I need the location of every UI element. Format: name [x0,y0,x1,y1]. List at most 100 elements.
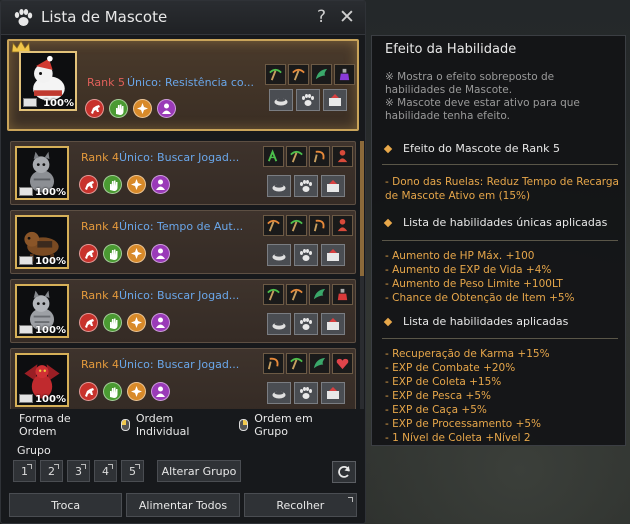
pickaxe-orange-icon[interactable] [263,215,284,236]
unseal-box-button[interactable] [321,382,345,404]
pickaxe-green-icon[interactable] [286,353,307,374]
scroll-thumb[interactable] [360,141,364,276]
pickaxe-orange-icon[interactable] [286,284,307,305]
feed-bowl-button[interactable] [267,313,291,335]
title-bar[interactable]: Lista de Mascote ? ✕ [1,1,365,35]
refresh-button[interactable] [332,461,356,483]
pickaxe-green-icon[interactable] [263,284,284,305]
paw-button[interactable] [294,244,318,266]
pet-percent: 100% [35,256,66,267]
pet-actions [267,244,345,266]
person-icon [151,175,170,194]
potion-purple-icon[interactable] [334,64,355,85]
hand-icon [103,382,122,401]
applied-skill-item: - EXP de Pesca +5% [385,390,491,402]
paw-button[interactable] [294,313,318,335]
diamond-icon [383,144,393,153]
pet-card[interactable]: 100% Rank 4 Único: Buscar Jogad... [10,279,356,343]
pet-rank: Rank 4 [81,151,119,164]
unique-skills-list: - Aumento de HP Máx. +100 - Aumento de E… [385,249,621,305]
pet-card-featured[interactable]: 100% Rank 5 Único: Resistência co... [7,39,359,131]
trade-button[interactable]: Troca [9,493,123,517]
pet-percent: 100% [35,394,66,405]
pet-list: 100% Rank 5 Único: Resistência co... 100… [7,39,359,409]
pet-list-window: Lista de Mascote ? ✕ 100% Rank 5 Único: … [0,0,366,524]
wing-green-icon[interactable] [309,353,330,374]
potion-red-icon[interactable] [332,284,353,305]
horse-icon [79,244,98,263]
feed-bowl-button[interactable] [269,89,293,111]
person-icon [151,244,170,263]
group-button-4[interactable]: 4 [94,460,117,482]
wing-green-icon[interactable] [311,64,332,85]
feed-bowl-button[interactable] [267,175,291,197]
heart-red-icon[interactable] [332,353,353,374]
pet-percent: 100% [43,98,74,109]
feed-bowl-button[interactable] [267,382,291,404]
horse-icon [85,99,104,118]
person-icon [151,313,170,332]
horse-icon [79,382,98,401]
sickle-orange-icon[interactable] [263,353,284,374]
sort-individual-option[interactable]: Ordem Individual [121,412,227,438]
rank-effect-heading-text: Efeito do Mascote de Rank 5 [403,142,560,155]
pet-stats [79,244,170,263]
pickaxe-green-icon[interactable] [265,64,286,85]
tooltip-notes: ※ Mostra o efeito sobreposto de habilida… [385,71,617,123]
compass-icon [133,99,152,118]
pet-skills [263,215,353,236]
feed-bowl-button[interactable] [267,244,291,266]
pet-actions [267,175,345,197]
tooltip-note: ※ Mascote deve estar ativo para que habi… [385,97,580,122]
compass-icon [127,244,146,263]
group-button-5[interactable]: 5 [121,460,144,482]
unseal-box-button[interactable] [321,313,345,335]
tooltip-note: ※ Mostra o efeito sobreposto de habilida… [385,71,555,96]
sickle-orange-icon[interactable] [309,215,330,236]
pet-stats [79,313,170,332]
pet-card[interactable]: 100% Rank 4 Único: Buscar Jogad... [10,141,356,205]
paw-button[interactable] [294,175,318,197]
pet-stats [79,382,170,401]
applied-skill-item: - Recuperação de Karma +15% [385,348,550,360]
collect-button[interactable]: Recolher [243,493,357,517]
pickaxe-green-icon[interactable] [286,215,307,236]
feed-all-button[interactable]: Alimentar Todos [126,493,240,517]
paw-button[interactable] [296,89,320,111]
pet-rank: Rank 5 [87,76,125,89]
person-red-icon[interactable] [332,146,353,167]
wing-green-icon[interactable] [309,284,330,305]
help-button[interactable]: ? [317,7,326,27]
unseal-box-button[interactable] [321,175,345,197]
list-scrollbar[interactable] [360,141,364,409]
sickle-orange-icon[interactable] [309,146,330,167]
gatherer-icon[interactable] [263,146,284,167]
pet-card[interactable]: 100% Rank 4 Único: Tempo de Aut... [10,210,356,274]
paw-button[interactable] [294,382,318,404]
change-group-button[interactable]: Alterar Grupo [157,460,241,482]
applied-skill-item: - EXP de Combate +20% [385,362,516,374]
unseal-box-button[interactable] [323,89,347,111]
applied-skills-heading-text: Lista de habilidades aplicadas [403,315,569,328]
close-button[interactable]: ✕ [339,6,355,28]
skill-effect-tooltip: Efeito da Habilidade ※ Mostra o efeito s… [371,35,626,446]
pet-portrait: 100% [19,51,77,111]
hand-icon [109,99,128,118]
unseal-box-icon [327,249,339,261]
pet-portrait: 100% [15,353,69,407]
pet-card[interactable]: 100% Rank 4 Único: Buscar Jogad... [10,348,356,409]
pet-portrait: 100% [15,215,69,269]
pickaxe-green-icon[interactable] [286,146,307,167]
sort-label: Forma de Ordem [19,412,71,438]
unseal-box-button[interactable] [321,244,345,266]
hand-icon [103,313,122,332]
group-button-1[interactable]: 1 [13,460,36,482]
rank-effect-text: - Dono das Ruelas: Reduz Tempo de Recarg… [385,176,619,202]
pickaxe-orange-icon[interactable] [288,64,309,85]
group-button-3[interactable]: 3 [67,460,90,482]
sort-group-option[interactable]: Ordem em Grupo [239,412,347,438]
person-red-icon[interactable] [332,215,353,236]
pet-unique-skill: Único: Tempo de Aut... [119,220,244,233]
group-button-2[interactable]: 2 [40,460,63,482]
pet-rank: Rank 4 [81,220,119,233]
